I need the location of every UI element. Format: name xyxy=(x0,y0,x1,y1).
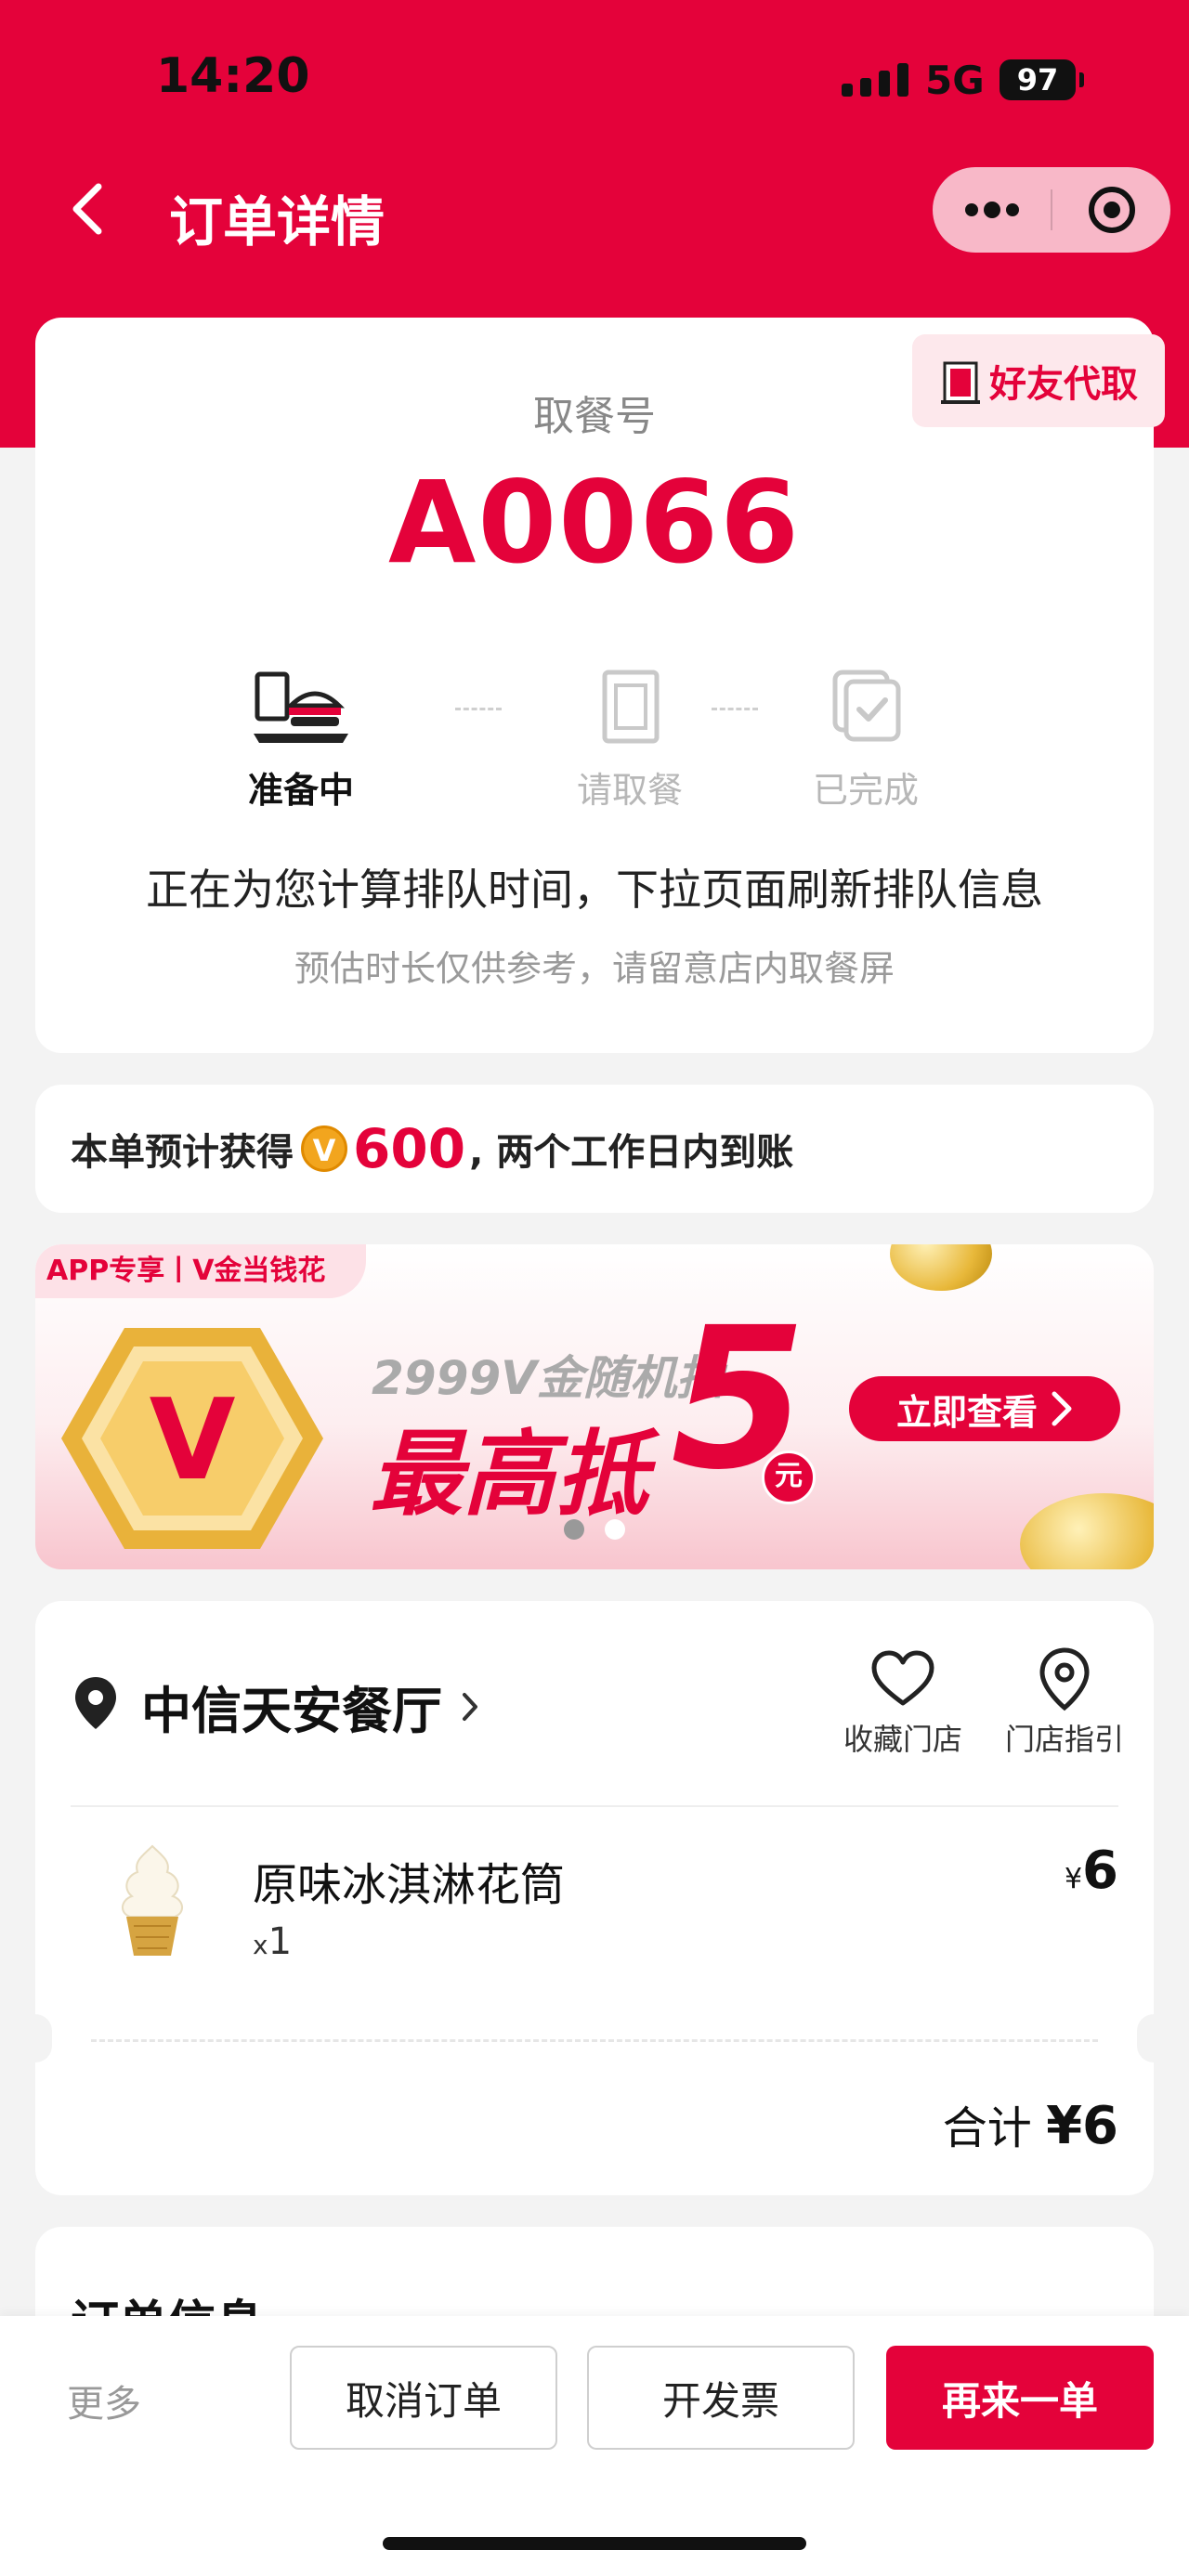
store-card: 中信天安餐厅 收藏门店 门店指引 原味冰淇淋花筒 x1 ¥6 合计 ¥6 xyxy=(19,1601,1170,2195)
mini-program-capsule xyxy=(933,167,1170,253)
back-button[interactable] xyxy=(59,176,115,241)
queue-note: 预估时长仅供参考，请留意店内取餐屏 xyxy=(294,948,895,989)
store-guide-label: 门店指引 xyxy=(1004,1722,1124,1757)
item-name: 原味冰淇淋花筒 xyxy=(253,1859,566,1911)
chevron-right-icon xyxy=(1052,1391,1072,1426)
step-completed: 已完成 xyxy=(773,661,959,813)
pickup-number: A0066 xyxy=(388,457,801,589)
pickup-label: 取餐号 xyxy=(533,393,656,440)
carousel-dot[interactable] xyxy=(605,1519,625,1540)
step-label: 准备中 xyxy=(247,770,354,811)
close-miniprogram-button[interactable] xyxy=(1052,184,1170,236)
ice-cream-cone-image xyxy=(122,1844,183,1956)
target-icon xyxy=(1088,187,1135,233)
location-pin-icon xyxy=(75,1677,116,1729)
banner-headline: 最高抵 xyxy=(370,1420,648,1529)
step-label: 已完成 xyxy=(812,770,919,811)
chevron-right-icon xyxy=(463,1692,477,1721)
hex-letter: V xyxy=(150,1376,236,1505)
store-guide-button[interactable]: 门店指引 xyxy=(1000,1642,1130,1759)
navbar: 订单详情 xyxy=(0,158,1189,260)
reorder-button[interactable]: 再来一单 xyxy=(886,2346,1154,2450)
status-bar: 14:20 5G 97 xyxy=(0,0,1189,158)
step-label: 请取餐 xyxy=(576,770,683,811)
favorite-store-button[interactable]: 收藏门店 xyxy=(838,1642,968,1759)
points-prefix: 本单预计获得 xyxy=(71,1131,294,1174)
queue-info: 正在为您计算排队时间，下拉页面刷新排队信息 xyxy=(146,865,1043,915)
store-name-link[interactable]: 中信天安餐厅 xyxy=(141,1670,479,1743)
location-pin-icon xyxy=(1039,1647,1090,1711)
status-time: 14:20 xyxy=(156,48,310,104)
cancel-order-button[interactable]: 取消订单 xyxy=(290,2346,557,2450)
burger-tray-icon xyxy=(254,671,348,743)
vcoin-icon: V xyxy=(301,1125,347,1172)
step-preparing: 准备中 xyxy=(208,661,394,813)
store-name: 中信天安餐厅 xyxy=(141,1682,442,1740)
points-suffix: , 两个工作日内到账 xyxy=(469,1131,794,1174)
carousel-dot-active[interactable] xyxy=(564,1519,584,1540)
more-dots-icon xyxy=(964,202,1019,218)
gold-coin-decoration xyxy=(890,1244,992,1291)
carousel-indicator xyxy=(35,1519,1154,1540)
banner-tag: APP专享丨V金当钱花 xyxy=(35,1244,367,1298)
item-price: ¥6 xyxy=(1064,1841,1118,1901)
more-actions-button[interactable]: 更多 xyxy=(67,2374,141,2427)
heart-icon xyxy=(871,1650,934,1706)
item-quantity: x1 xyxy=(253,1920,293,1963)
banner-unit: 元 xyxy=(762,1451,816,1504)
signal-icon xyxy=(842,63,908,97)
banner-cta-label: 立即查看 xyxy=(895,1391,1038,1433)
page-title: 订单详情 xyxy=(169,190,385,254)
battery-icon: 97 xyxy=(1000,59,1084,100)
chevron-left-icon xyxy=(72,183,102,235)
banner-cta-button[interactable]: 立即查看 xyxy=(849,1376,1120,1441)
step-ready: 请取餐 xyxy=(537,661,723,813)
invoice-button[interactable]: 开发票 xyxy=(587,2346,855,2450)
kfc-bag-icon xyxy=(602,670,660,744)
bottom-action-bar: 更多 取消订单 开发票 再来一单 xyxy=(0,2316,1189,2576)
home-indicator xyxy=(383,2537,806,2550)
order-total: 合计 ¥6 xyxy=(943,2091,1118,2156)
order-progress: 准备中 请取餐 已完成 xyxy=(35,661,1154,811)
favorite-store-label: 收藏门店 xyxy=(843,1722,962,1757)
network-label: 5G xyxy=(925,58,985,103)
total-amount: ¥6 xyxy=(1046,2096,1118,2156)
total-label: 合计 xyxy=(942,2102,1032,2154)
more-button[interactable] xyxy=(933,201,1051,219)
points-amount: 600 xyxy=(353,1117,466,1180)
done-check-icon xyxy=(832,670,901,742)
promo-banner[interactable]: APP专享丨V金当钱花 V 2999V金随机抽 最高抵 5 元 立即查看 xyxy=(35,1244,1154,1569)
points-card: 本单预计获得 V 600 , 两个工作日内到账 xyxy=(35,1085,1154,1213)
pickup-card: 好友代取 取餐号 A0066 准备中 请取餐 已完成 正在为您计算排队时间，下拉… xyxy=(35,318,1165,1053)
